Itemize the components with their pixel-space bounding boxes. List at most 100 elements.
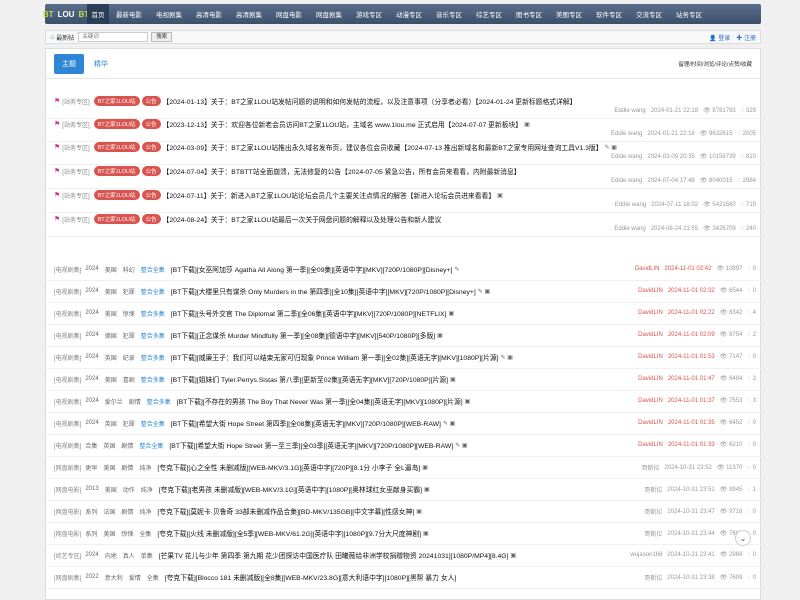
thread-title[interactable]: [BT下载][女巫阿加莎 Agatha All Along 第一季][全09集]… — [171, 264, 453, 274]
scroll-down-button[interactable]: ⌄ — [735, 530, 751, 546]
tag[interactable]: 2024 — [85, 552, 98, 558]
category-link[interactable]: [电视剧集] — [54, 353, 81, 362]
nav-item[interactable]: 游戏专区 — [349, 4, 389, 24]
nav-item[interactable]: 首页 — [87, 4, 109, 24]
tag[interactable]: 2024 — [85, 310, 98, 316]
tag[interactable]: 犯罪 — [123, 287, 135, 296]
category-link[interactable]: [站务专区] — [62, 191, 89, 200]
badge[interactable]: BT之家1LOU站 — [93, 119, 140, 129]
nav-item[interactable]: 音乐专区 — [429, 4, 469, 24]
tag[interactable]: 惊悚 — [121, 529, 133, 538]
thread-title[interactable]: 【2024-01-13】关于：BT之家1LOU站发帖问题的说明和如何发帖的流程，… — [163, 96, 577, 106]
category-link[interactable]: [站务专区] — [62, 215, 89, 224]
category-link[interactable]: [电视剧集] — [54, 397, 81, 406]
thread-title[interactable]: 【2024-07-04】关于：BTBTT站全面崩溃，无法修复的公告【2024-0… — [163, 166, 521, 176]
category-link[interactable]: [站务专区] — [62, 167, 89, 176]
thread-title[interactable]: [BT下载][正念谋杀 Murder Mindfully 第一季][全08集][… — [171, 330, 435, 340]
tag-collection[interactable]: 整合多集 — [141, 353, 165, 362]
tag[interactable]: 动作 — [123, 485, 135, 494]
tab-featured[interactable]: 精华 — [94, 59, 108, 69]
thread-row[interactable]: [电视剧集] 2024 爱尔兰 剧情 整合多集 [BT下载][不存在的男孩 The Boy… — [46, 391, 762, 413]
thread-row[interactable]: [电视剧集] 2024 美国 惊悚 整合多集 [BT下载][头号外交官 The Diplo… — [46, 303, 762, 325]
thread-row[interactable]: [综艺专区] 2024 内地 真人 单集 [芒果TV 花儿与少年 第四季 第九期 花少团探… — [46, 545, 762, 567]
thread-title[interactable]: 【2023-12-13】关于：欢迎各位新老会员访问BT之家1LOU站，主域名 w… — [163, 119, 523, 129]
thread-title[interactable]: [BT下载][头号外交官 The Diplomat 第二季][全06集][英语中… — [171, 308, 447, 318]
author-link[interactable]: 哥斯拉 — [641, 463, 659, 472]
sticky-row[interactable]: ⚑ [站务专区] BT之家1LOU站 公告 【2024-03-09】关于：BT之家1LO… — [46, 141, 762, 165]
author-link[interactable]: DavidLIN — [638, 420, 663, 426]
tag[interactable]: 犯罪 — [123, 331, 135, 340]
tag[interactable]: 英国 — [103, 441, 115, 450]
tag[interactable]: 真人 — [123, 551, 135, 560]
tag[interactable]: 2024 — [85, 266, 98, 272]
badge[interactable]: BT之家1LOU站 — [93, 166, 140, 176]
tag[interactable]: 犯罪 — [123, 419, 135, 428]
sticky-row[interactable]: ⚑ [站务专区] BT之家1LOU站 公告 【2024-07-04】关于：BTBTT站全… — [46, 165, 762, 189]
tag-collection[interactable]: 整合多集 — [141, 375, 165, 384]
nav-item[interactable]: 软件专区 — [589, 4, 629, 24]
author-link[interactable]: 哥斯拉 — [644, 573, 662, 582]
category-link[interactable]: [电视剧集] — [54, 419, 81, 428]
thread-row[interactable]: [电视剧集] 2024 美国 喜剧 整合多集 [BT下载][姐妹们 Tyler.Perry… — [46, 369, 762, 391]
tag[interactable]: 纯净 — [139, 463, 151, 472]
category-link[interactable]: [站务专区] — [62, 120, 89, 129]
thread-row[interactable]: [网盘剧集] 更早 美国 剧情 纯净 [夸克下载][心之全性 未删减版][WEB-MKV/… — [46, 457, 762, 479]
tag[interactable]: 2024 — [85, 354, 98, 360]
sticky-row[interactable]: ⚑ [站务专区] BT之家1LOU站 公告 【2024-08-24】关于：BT之家1LO… — [46, 213, 762, 237]
author-link[interactable]: Eddie wang — [615, 202, 646, 208]
author-link[interactable]: DavidLIN — [638, 310, 663, 316]
nav-item[interactable]: 网盘电影 — [269, 4, 309, 24]
badge[interactable]: BT之家1LOU站 — [93, 190, 140, 200]
thread-title[interactable]: [夸克下载][心之全性 未删减版][WEB-MKV/3.1G][英语中字][72… — [157, 462, 420, 472]
badge[interactable]: 公告 — [141, 166, 161, 176]
author-link[interactable]: DavidLIN — [638, 332, 663, 338]
author-link[interactable]: Eddie wang — [614, 108, 645, 114]
tag[interactable]: 美国 — [105, 485, 117, 494]
thread-row[interactable]: [电视剧集] 2024 英国 犯罪 整合全集 [BT下载][希望大街 Hope Stree… — [46, 413, 762, 435]
thread-row[interactable]: [网盘电影] 系列 美国 惊悚 全集 [夸克下载][火线 未删减版][全5季][WEB-M… — [46, 523, 762, 545]
tag[interactable]: 剧情 — [121, 463, 133, 472]
nav-item[interactable]: 交流专区 — [629, 4, 669, 24]
nav-item[interactable]: 最新电影 — [109, 4, 149, 24]
tag-collection[interactable]: 整合多集 — [141, 331, 165, 340]
search-input[interactable] — [78, 32, 149, 42]
thread-row[interactable]: [电视剧集] 2024 德国 犯罪 整合多集 [BT下载][正念谋杀 Murder Min… — [46, 325, 762, 347]
tag[interactable]: 2022 — [85, 574, 98, 580]
badge[interactable]: BT之家1LOU站 — [93, 96, 140, 106]
nav-item[interactable]: 站务专区 — [669, 4, 709, 24]
category-link[interactable]: [网盘剧集] — [54, 463, 81, 472]
tag[interactable]: 2024 — [85, 288, 98, 294]
category-link[interactable]: [电视剧集] — [54, 331, 81, 340]
tag[interactable]: 2013 — [85, 486, 98, 492]
tag[interactable]: 科幻 — [123, 265, 135, 274]
nav-item[interactable]: 综艺专区 — [469, 4, 509, 24]
nav-item[interactable]: 电视剧集 — [149, 4, 189, 24]
breadcrumb[interactable]: 最新帖 — [56, 33, 74, 42]
thread-title[interactable]: [夸克下载][莫妮卡·贝鲁奇 33部未删减作品合集][BD-MKV/135GB]… — [157, 506, 414, 516]
tag[interactable]: 纯净 — [141, 485, 153, 494]
tag[interactable]: 纪录 — [123, 353, 135, 362]
tag[interactable]: 意大利 — [105, 573, 123, 582]
author-link[interactable]: 哥斯拉 — [644, 507, 662, 516]
category-link[interactable]: [电视剧集] — [54, 309, 81, 318]
thread-title[interactable]: 【2024-07-11】关于：新进入BT之家1LOU站论坛会员几个主要关注点情况… — [163, 190, 496, 200]
thread-title[interactable]: 【2024-03-09】关于：BT之家1LOU站推出永久域名发布页，建议各位会员… — [163, 142, 603, 152]
author-link[interactable]: DavidLIN — [635, 266, 660, 272]
sticky-row[interactable]: ⚑ [站务专区] BT之家1LOU站 公告 【2024-01-13】关于：BT之家1LO… — [46, 95, 762, 119]
tag[interactable]: 2024 — [85, 332, 98, 338]
tag[interactable]: 全集 — [147, 573, 159, 582]
author-link[interactable]: 哥斯拉 — [644, 485, 662, 494]
tag[interactable]: 系列 — [85, 507, 97, 516]
nav-item[interactable]: 高清电影 — [189, 4, 229, 24]
tag[interactable]: 全集 — [139, 529, 151, 538]
tag[interactable]: 合集 — [85, 441, 97, 450]
thread-title[interactable]: [BT下载][威廉王子：我们可以结束无家可归现象 Prince William … — [171, 352, 499, 362]
thread-row[interactable]: [电视剧集] 2024 美国 科幻 整合全集 [BT下载][女巫阿加莎 Agatha Al… — [46, 259, 762, 281]
tag-collection[interactable]: 整合多集 — [141, 309, 165, 318]
tag[interactable]: 剧情 — [121, 441, 133, 450]
author-link[interactable]: DavidLIN — [638, 442, 663, 448]
sticky-row[interactable]: ⚑ [站务专区] BT之家1LOU站 公告 【2024-07-11】关于：新进入BT之家… — [46, 189, 762, 213]
tag[interactable]: 美国 — [103, 529, 115, 538]
tag[interactable]: 美国 — [105, 375, 117, 384]
category-link[interactable]: [站务专区] — [62, 97, 89, 106]
